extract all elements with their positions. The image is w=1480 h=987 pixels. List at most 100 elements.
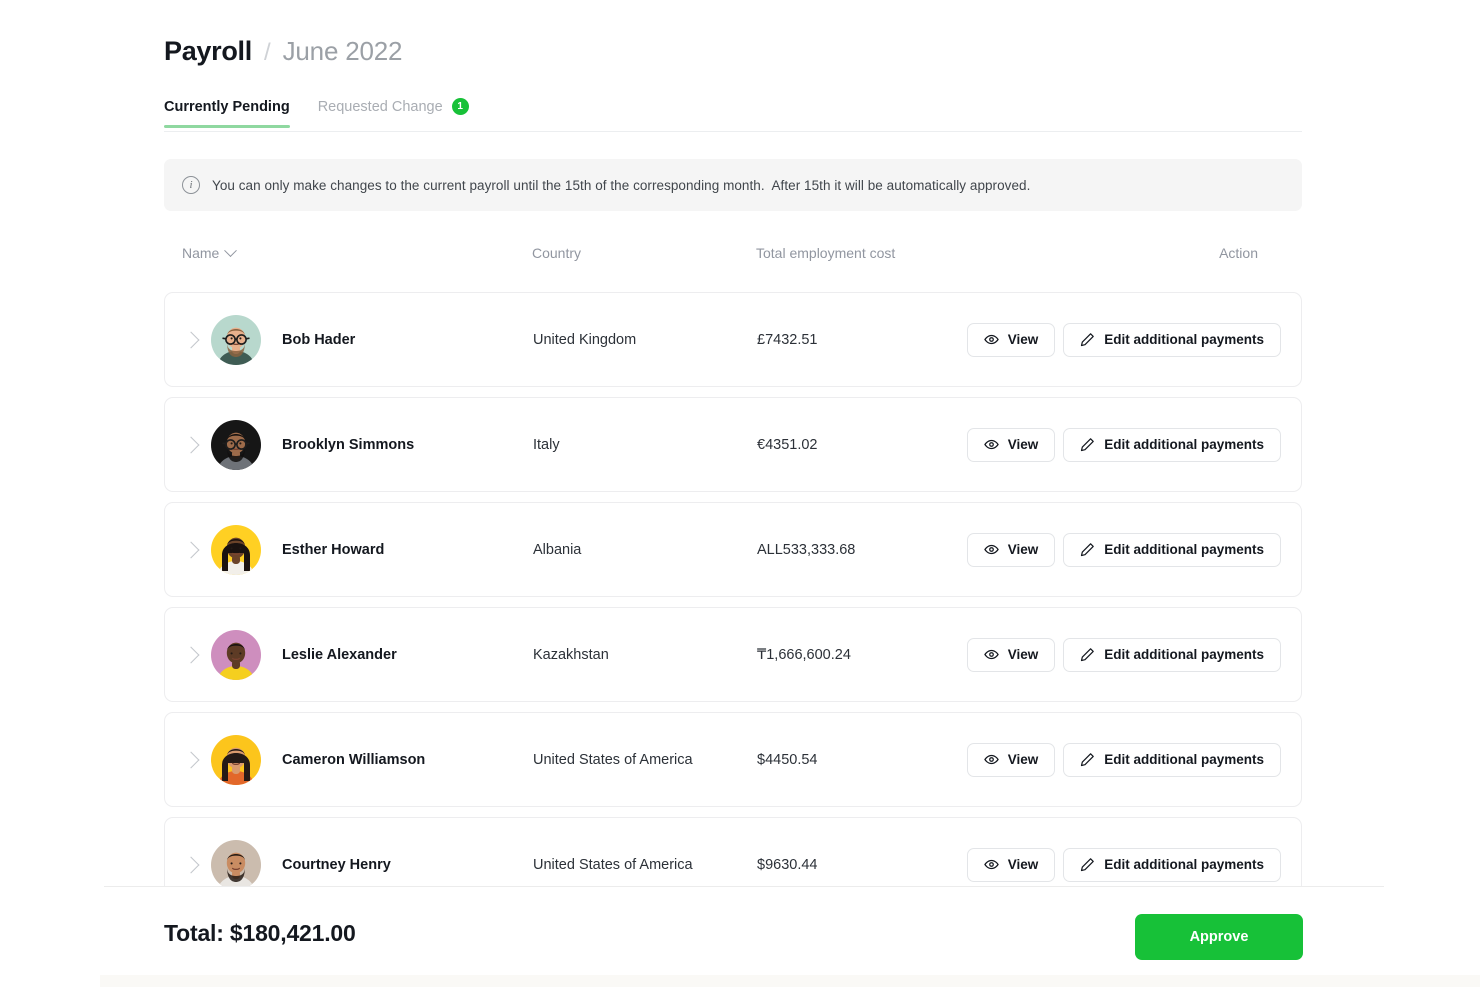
avatar [211, 524, 261, 575]
row-cost: €4351.02 [757, 436, 818, 453]
row-actions: View Edit additional payments [966, 637, 1281, 672]
column-header-name[interactable]: Name [182, 243, 238, 261]
row-name: Brooklyn Simmons [282, 436, 415, 453]
row-actions: View Edit additional payments [966, 847, 1281, 882]
table-row[interactable]: Bob Hader United Kingdom £7432.51 View E… [164, 292, 1302, 387]
table-row[interactable]: Courtney Henry United States of America … [164, 817, 1302, 887]
edit-button-label: Edit additional payments [1104, 857, 1264, 872]
info-banner: i You can only make changes to the curre… [164, 159, 1302, 211]
chevron-right-icon[interactable] [182, 436, 200, 453]
edit-button-label: Edit additional payments [1104, 647, 1264, 662]
tab-bar: Currently Pending Requested Change 1 [164, 98, 469, 128]
pencil-icon [1080, 857, 1095, 872]
table-row[interactable]: Brooklyn Simmons Italy €4351.02 View Edi… [164, 397, 1302, 492]
bottom-strip [100, 975, 1480, 987]
table-row[interactable]: Esther Howard Albania ALL533,333.68 View… [164, 502, 1302, 597]
row-country: United States of America [533, 751, 693, 768]
pencil-icon [1080, 647, 1095, 662]
edit-button-label: Edit additional payments [1104, 752, 1264, 767]
row-actions: View Edit additional payments [966, 427, 1281, 462]
column-header-cost: Total employment cost [756, 245, 896, 261]
avatar [211, 839, 261, 887]
tab-requested-change[interactable]: Requested Change 1 [318, 98, 469, 128]
avatar [211, 314, 261, 365]
column-header-action: Action [1219, 245, 1258, 261]
avatar [211, 419, 261, 470]
view-button[interactable]: View [966, 637, 1056, 672]
row-country: United States of America [533, 856, 693, 873]
payroll-rows: Bob Hader United Kingdom £7432.51 View E… [164, 292, 1302, 887]
row-name: Cameron Williamson [282, 751, 426, 768]
info-banner-text: You can only make changes to the current… [212, 177, 1031, 193]
row-name: Bob Hader [282, 331, 356, 348]
eye-icon [983, 752, 999, 767]
row-actions: View Edit additional payments [966, 742, 1281, 777]
chevron-right-icon[interactable] [182, 331, 200, 348]
footer-divider [104, 886, 1384, 887]
chevron-right-icon[interactable] [182, 646, 200, 663]
tab-currently-pending[interactable]: Currently Pending [164, 99, 290, 128]
approve-button[interactable]: Approve [1135, 914, 1303, 960]
tab-currently-pending-label: Currently Pending [164, 98, 290, 115]
view-button-label: View [1007, 437, 1039, 452]
edit-additional-payments-button[interactable]: Edit additional payments [1063, 532, 1281, 567]
avatar [211, 629, 261, 680]
tab-requested-change-badge: 1 [451, 98, 469, 115]
row-country: Albania [533, 541, 582, 558]
view-button[interactable]: View [966, 742, 1056, 777]
row-cost: £7432.51 [757, 331, 818, 348]
chevron-right-icon[interactable] [182, 751, 200, 768]
payroll-page: Payroll / June 2022 Currently Pending Re… [0, 0, 1480, 987]
edit-additional-payments-button[interactable]: Edit additional payments [1063, 427, 1281, 462]
row-cost: ALL533,333.68 [757, 541, 856, 558]
table-row[interactable]: Leslie Alexander Kazakhstan ₸1,666,600.2… [164, 607, 1302, 702]
breadcrumb-period: June 2022 [282, 36, 403, 66]
row-country: Italy [533, 436, 560, 453]
row-cost: $4450.54 [757, 751, 818, 768]
pencil-icon [1080, 332, 1095, 347]
row-actions: View Edit additional payments [966, 322, 1281, 357]
eye-icon [983, 437, 999, 452]
row-cost: ₸1,666,600.24 [757, 646, 851, 663]
eye-icon [983, 857, 999, 872]
pencil-icon [1080, 752, 1095, 767]
view-button-label: View [1007, 647, 1039, 662]
eye-icon [983, 332, 999, 347]
view-button-label: View [1007, 857, 1039, 872]
edit-button-label: Edit additional payments [1104, 332, 1264, 347]
edit-additional-payments-button[interactable]: Edit additional payments [1063, 742, 1281, 777]
info-icon: i [182, 176, 200, 194]
view-button[interactable]: View [966, 427, 1056, 462]
row-cost: $9630.44 [757, 856, 818, 873]
row-country: United Kingdom [533, 331, 637, 348]
column-header-country: Country [532, 245, 582, 261]
table-header: Name Country Total employment cost Actio… [164, 243, 1302, 271]
edit-additional-payments-button[interactable]: Edit additional payments [1063, 847, 1281, 882]
breadcrumb-separator: / [263, 39, 271, 66]
breadcrumb-payroll[interactable]: Payroll [164, 36, 252, 67]
pencil-icon [1080, 437, 1095, 452]
chevron-right-icon[interactable] [182, 856, 200, 873]
breadcrumb: Payroll / June 2022 [164, 36, 402, 67]
edit-additional-payments-button[interactable]: Edit additional payments [1063, 637, 1281, 672]
row-name: Leslie Alexander [282, 646, 397, 663]
view-button-label: View [1007, 542, 1039, 557]
row-name: Courtney Henry [282, 856, 391, 873]
view-button[interactable]: View [966, 532, 1056, 567]
eye-icon [983, 542, 999, 557]
view-button[interactable]: View [966, 322, 1056, 357]
chevron-right-icon[interactable] [182, 541, 200, 558]
edit-additional-payments-button[interactable]: Edit additional payments [1063, 322, 1281, 357]
edit-button-label: Edit additional payments [1104, 542, 1264, 557]
column-header-name-label: Name [182, 245, 220, 261]
avatar [211, 734, 261, 785]
table-row[interactable]: Cameron Williamson United States of Amer… [164, 712, 1302, 807]
view-button-label: View [1007, 752, 1039, 767]
row-actions: View Edit additional payments [966, 532, 1281, 567]
pencil-icon [1080, 542, 1095, 557]
eye-icon [983, 647, 999, 662]
view-button[interactable]: View [966, 847, 1056, 882]
row-country: Kazakhstan [533, 646, 609, 663]
total-amount: Total: $180,421.00 [164, 920, 356, 946]
chevron-down-icon[interactable] [224, 243, 238, 257]
